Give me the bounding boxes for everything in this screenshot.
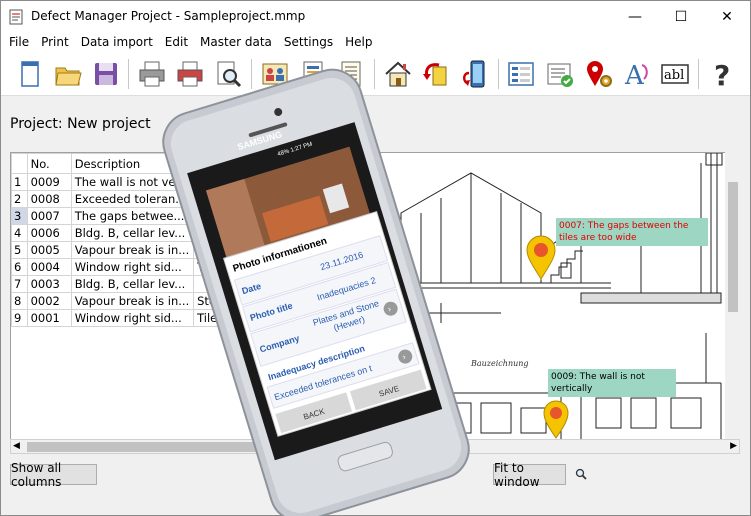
phone-overlay: SAMSUNG 48% 1:27 PM Photo informationen …	[0, 0, 751, 516]
smartphone-mockup: SAMSUNG 48% 1:27 PM Photo informationen …	[162, 68, 470, 516]
